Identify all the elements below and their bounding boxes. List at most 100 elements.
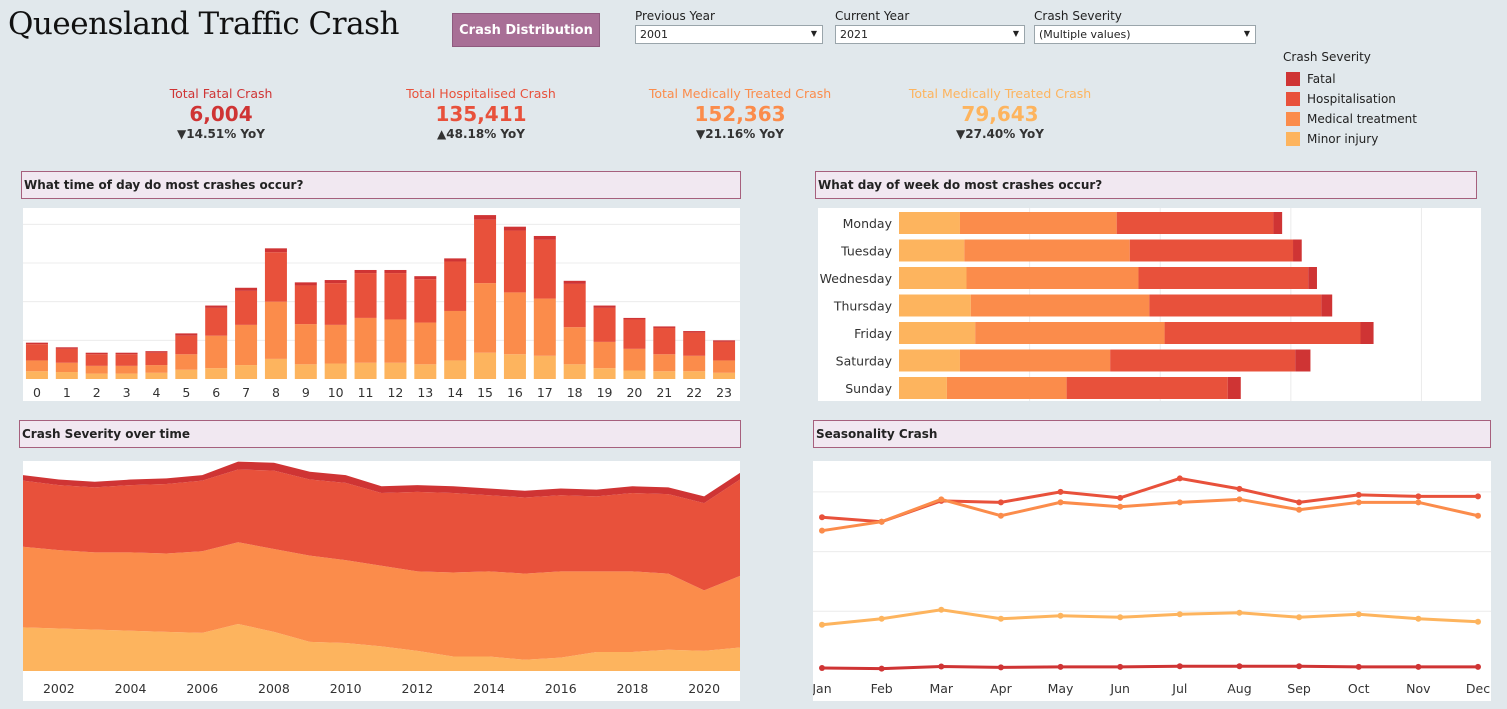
bar-segment <box>414 276 437 280</box>
bar-segment <box>115 352 138 355</box>
x-tick-label: Aug <box>1227 681 1251 696</box>
bar-segment <box>145 365 168 373</box>
x-tick-label: 1 <box>63 385 71 400</box>
bar-segment <box>593 305 616 308</box>
bar-segment <box>683 332 706 356</box>
bar-segment <box>354 269 377 274</box>
chevron-down-icon: ▼ <box>810 29 817 38</box>
chevron-down-icon: ▼ <box>1243 29 1250 38</box>
data-point <box>1296 614 1303 621</box>
x-tick-label: Mar <box>929 681 953 696</box>
x-tick-label: 23 <box>716 385 732 400</box>
current-year-filter: Current Year 2021 ▼ <box>835 9 1025 44</box>
legend-item-minor-injury[interactable]: Minor injury <box>1283 129 1417 149</box>
bar-segment <box>85 354 108 366</box>
bar-segment <box>264 248 287 253</box>
data-point <box>819 527 825 534</box>
kpi-value: 6,004 <box>189 102 253 126</box>
data-point <box>1415 499 1422 506</box>
data-point <box>1415 615 1422 622</box>
bar-segment <box>563 327 586 365</box>
legend-item-fatal[interactable]: Fatal <box>1283 69 1417 89</box>
data-point <box>1176 663 1183 670</box>
y-tick-label: Monday <box>843 216 893 231</box>
data-point <box>1117 614 1124 621</box>
bar-segment <box>503 230 526 293</box>
bar-segment <box>175 333 198 336</box>
crash-severity-dropdown[interactable]: (Multiple values) ▼ <box>1034 25 1256 44</box>
x-tick-label: 2010 <box>330 681 362 696</box>
bar-segment <box>474 283 497 353</box>
x-tick-label: 2016 <box>545 681 577 696</box>
data-point <box>1117 503 1124 510</box>
bar-segment <box>444 258 467 262</box>
x-tick-label: 16 <box>507 385 523 400</box>
data-point <box>1117 494 1124 501</box>
x-tick-label: 0 <box>33 385 41 400</box>
bar-segment <box>623 317 646 320</box>
bar-segment <box>899 239 965 262</box>
data-point <box>1475 512 1481 519</box>
bar-segment <box>294 285 317 325</box>
x-tick-label: Oct <box>1348 681 1370 696</box>
bar-segment <box>414 364 437 379</box>
bar-segment <box>713 372 736 379</box>
bar-segment <box>1273 212 1283 234</box>
bar-segment <box>235 365 258 379</box>
bar-segment <box>593 368 616 379</box>
bar-segment <box>235 324 258 366</box>
data-point <box>1475 663 1481 670</box>
x-tick-label: 19 <box>597 385 613 400</box>
x-tick-label: 21 <box>656 385 672 400</box>
bar-segment <box>899 294 971 317</box>
x-tick-label: 2004 <box>115 681 147 696</box>
data-point <box>1296 499 1303 506</box>
bar-segment <box>653 371 676 379</box>
bar-segment <box>1066 377 1228 399</box>
bar-segment <box>294 282 317 286</box>
bar-segment <box>1293 239 1302 262</box>
bar-segment <box>623 370 646 379</box>
data-point <box>938 663 945 670</box>
legend-item-hospitalisation[interactable]: Hospitalisation <box>1283 89 1417 109</box>
x-tick-label: 18 <box>567 385 583 400</box>
x-tick-label: 2020 <box>688 681 720 696</box>
data-point <box>1415 493 1422 500</box>
legend-label: Minor injury <box>1307 132 1379 146</box>
bar-segment <box>899 349 960 372</box>
bar-segment <box>713 341 736 361</box>
legend-title: Crash Severity <box>1283 50 1371 64</box>
bar-segment <box>25 371 48 379</box>
previous-year-dropdown[interactable]: 2001 ▼ <box>635 25 823 44</box>
legend-item-medical-treatment[interactable]: Medical treatment <box>1283 109 1417 129</box>
bar-segment <box>264 301 287 359</box>
bar-segment <box>235 290 258 325</box>
line-series-fatal <box>821 664 1478 671</box>
kpi-hospitalised: Total Hospitalised Crash 135,411 ▲48.18%… <box>381 86 581 141</box>
day-of-week-chart: Monday Tuesday Wednesday Thursday Friday Satu… <box>820 208 1422 401</box>
bar-segment <box>533 235 556 240</box>
bar-segment <box>294 364 317 379</box>
x-tick-label: Dec <box>1466 681 1490 696</box>
x-tick-label: 12 <box>387 385 403 400</box>
legend-label: Medical treatment <box>1307 112 1417 126</box>
data-point <box>1296 506 1303 513</box>
bar-segment <box>175 335 198 355</box>
bar-segment <box>324 324 347 364</box>
data-point <box>1176 475 1183 482</box>
crash-distribution-button[interactable]: Crash Distribution <box>452 13 600 47</box>
bar-segment <box>683 371 706 379</box>
bar-segment <box>115 354 138 366</box>
kpi-minor-injury: Total Medically Treated Crash 79,643 ▼27… <box>890 86 1110 141</box>
current-year-dropdown[interactable]: 2021 ▼ <box>835 25 1025 44</box>
x-tick-label: 4 <box>152 385 160 400</box>
data-point <box>1236 609 1243 616</box>
x-tick-label: Jan <box>813 681 832 696</box>
bar-segment <box>593 307 616 342</box>
bar-segment <box>85 352 108 355</box>
seasonality-title: Seasonality Crash <box>813 420 1491 448</box>
data-point <box>1475 618 1481 625</box>
bar-segment <box>503 292 526 355</box>
bar-segment <box>25 360 48 372</box>
kpi-fatal: Total Fatal Crash 6,004 ▼14.51% YoY <box>121 86 321 141</box>
